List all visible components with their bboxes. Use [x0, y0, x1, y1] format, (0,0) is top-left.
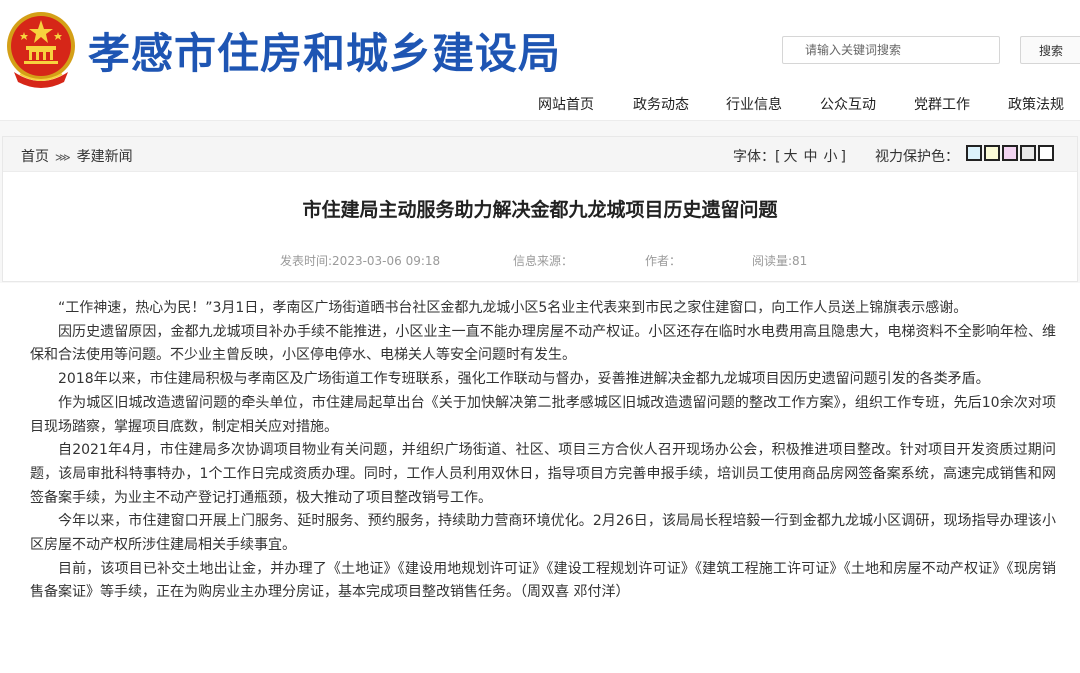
font-size-medium[interactable]: 中 — [803, 149, 817, 165]
article-paragraph: “工作神速，热心为民！”3月1日，孝南区广场街道晒书台社区金都九龙城小区5名业主… — [58, 300, 968, 316]
article-paragraph: 2018年以来，市住建局积极与孝南区及广场街道工作专班联系，强化工作联动与督办，… — [58, 371, 990, 388]
nav-item-policy-law[interactable]: 政策法规 — [1008, 94, 1064, 114]
font-size-small[interactable]: 小 — [823, 149, 837, 165]
nav-item-industry-info[interactable]: 行业信息 — [726, 94, 782, 114]
site-title: 孝感市住房和城乡建设局 — [88, 29, 562, 78]
site-header: 孝感市住房和城乡建设局 搜索 网站首页 政务动态 行业信息 公众互动 党群工作 … — [0, 0, 1080, 120]
toolbar: 首页 ⋙ 孝建新闻 字体：[大中小] 视力保护色： — [3, 137, 1077, 172]
font-size-label: 字体：[ — [733, 149, 781, 165]
nav-item-government-news[interactable]: 政务动态 — [633, 94, 689, 114]
article-paragraph: 因历史遗留原因，金都九龙城项目补办手续不能推进，小区业主一直不能办理房屋不动产权… — [30, 323, 1056, 364]
article-source: 信息来源： — [513, 254, 574, 268]
breadcrumb-current-link[interactable]: 孝建新闻 — [77, 149, 133, 165]
article-publish-time: 发表时间:2023-03-06 09:18 — [280, 254, 441, 268]
eye-care-label: 视力保护色： — [875, 149, 959, 165]
national-emblem-icon — [7, 12, 75, 88]
breadcrumb: 首页 ⋙ 孝建新闻 — [21, 146, 133, 166]
eye-care-swatch-white[interactable] — [1038, 145, 1054, 161]
font-size-large[interactable]: 大 — [783, 149, 797, 165]
nav-item-public-interaction[interactable]: 公众互动 — [820, 94, 876, 114]
search-button[interactable]: 搜索 — [1020, 36, 1080, 64]
article-paragraph: 作为城区旧城改造遗留问题的牵头单位，市住建局起草出台《关于加快解决第二批孝感城区… — [30, 394, 1056, 435]
article-body: “工作神速，热心为民！”3月1日，孝南区广场街道晒书台社区金都九龙城小区5名业主… — [30, 297, 1056, 605]
article-title: 市住建局主动服务助力解决金都九龙城项目历史遗留问题 — [302, 198, 778, 221]
search-input[interactable] — [782, 36, 1000, 64]
nav-item-home[interactable]: 网站首页 — [538, 94, 594, 114]
eye-care-swatch-yellow[interactable] — [984, 145, 1000, 161]
eye-care-swatch-pink[interactable] — [1002, 145, 1018, 161]
article-views: 阅读量:81 — [752, 254, 808, 268]
article-author: 作者： — [645, 254, 682, 268]
eye-care-swatch-gray[interactable] — [1020, 145, 1036, 161]
font-size-control: 字体：[大中小] — [733, 146, 846, 166]
article-paragraph: 自2021年4月，市住建局多次协调项目物业有关问题，并组织广场街道、社区、项目三… — [30, 442, 1056, 506]
breadcrumb-separator-icon: ⋙ — [55, 151, 71, 164]
font-size-end: ] — [840, 149, 846, 165]
eye-care-swatch-blue[interactable] — [966, 145, 982, 161]
article-paragraph: 今年以来，市住建窗口开展上门服务、延时服务、预约服务，持续助力营商环境优化。2月… — [30, 513, 1056, 554]
article-paragraph: 目前，该项目已补交土地出让金，并办理了《土地证》《建设用地规划许可证》《建设工程… — [30, 560, 1056, 601]
main-nav: 网站首页 政务动态 行业信息 公众互动 党群工作 政策法规 — [0, 94, 1080, 116]
breadcrumb-home-link[interactable]: 首页 — [21, 149, 49, 165]
nav-item-party-work[interactable]: 党群工作 — [914, 94, 970, 114]
